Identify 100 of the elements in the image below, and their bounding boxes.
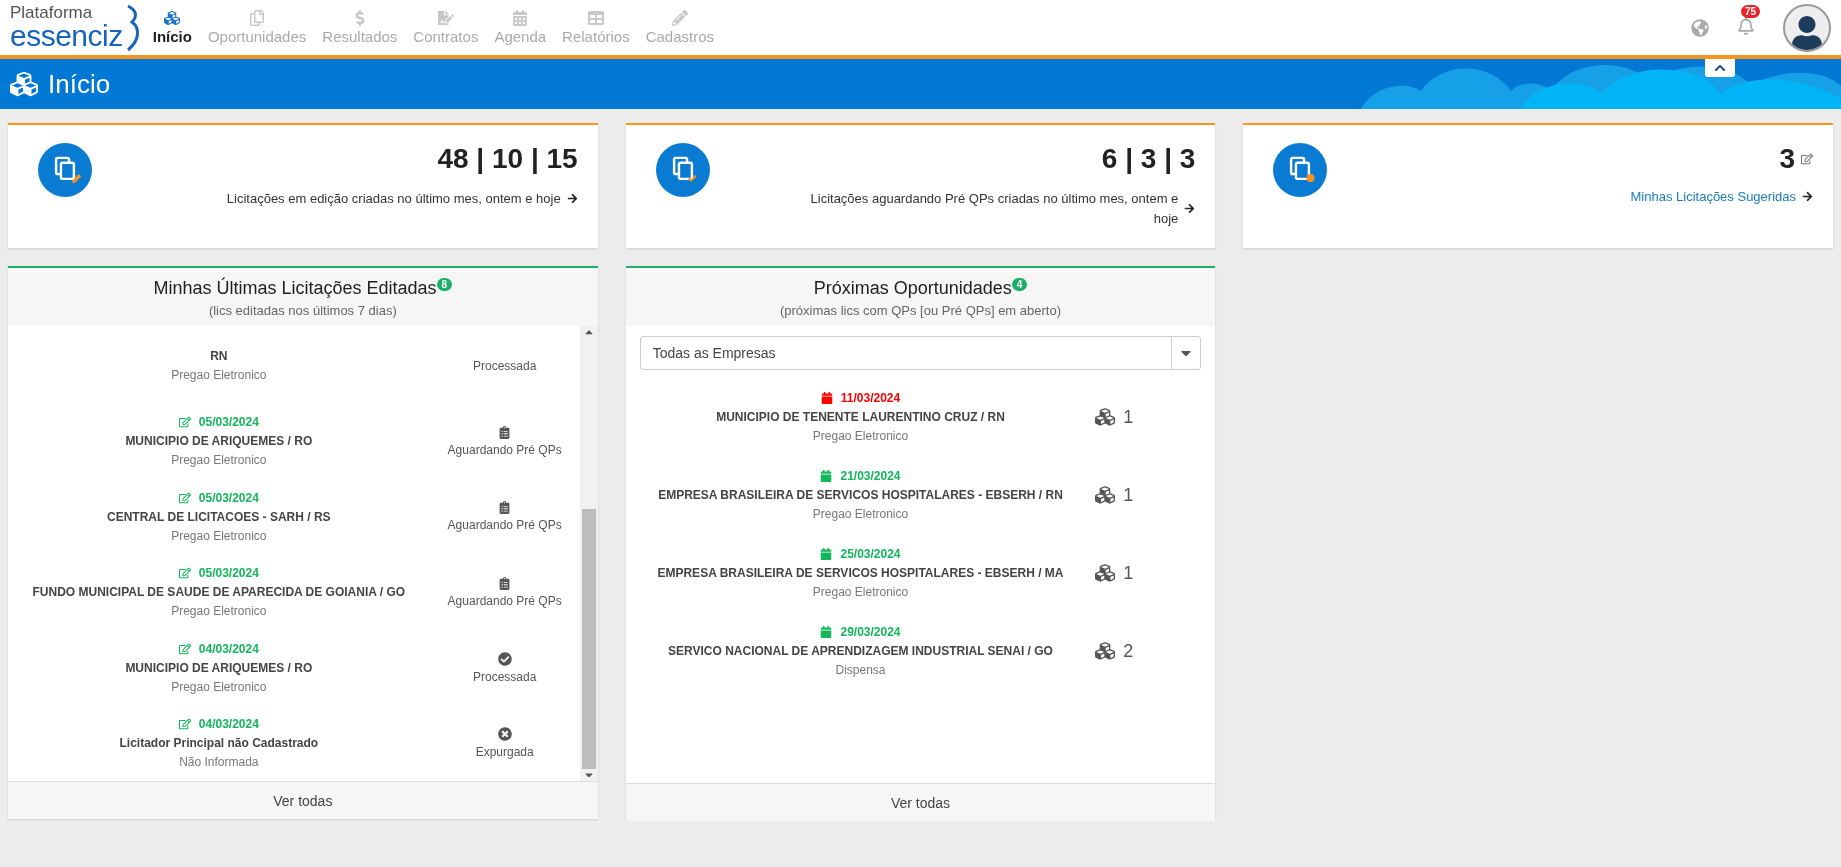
count-badge: 4 xyxy=(1011,278,1028,291)
item-date: 04/03/2024 xyxy=(198,641,259,656)
arrow-right-icon[interactable] xyxy=(1802,191,1813,202)
item-modality: Pregao Eletronico xyxy=(171,679,267,694)
edit-icon xyxy=(178,642,191,655)
list-item[interactable]: RN Pregao Eletronico Processada xyxy=(8,328,580,404)
item-modality: Não Informada xyxy=(179,755,259,770)
copy-icon xyxy=(249,10,266,26)
suggested-link[interactable]: Minhas Licitações Sugeridas xyxy=(1630,189,1796,204)
item-org: EMPRESA BRASILEIRA DE SERVICOS HOSPITALARES - EBSERH / MA xyxy=(657,566,1064,580)
chevron-up-icon xyxy=(1714,62,1726,74)
item-modality: Dispensa xyxy=(835,663,886,677)
stat-value: 6 | 3 | 3 xyxy=(1101,143,1196,175)
item-modality: Pregao Eletronico xyxy=(171,453,267,468)
cubes-icon xyxy=(1095,407,1116,427)
document-icon xyxy=(38,143,92,197)
item-quantity: 2 xyxy=(1123,640,1134,662)
item-org: MUNICIPIO DE TENENTE LAURENTINO CRUZ / RN xyxy=(716,410,1005,424)
list-item[interactable]: 04/03/2024 MUNICIPIO DE ARIQUEMES / RO Pregao Eletronico Processada xyxy=(8,630,580,706)
item-modality: Pregao Eletronico xyxy=(812,585,909,599)
item-status: Aguardando Pré QPs xyxy=(447,442,562,457)
view-all-button[interactable]: Ver todas xyxy=(625,783,1216,821)
item-org: SERVICO NACIONAL DE APRENDIZAGEM INDUSTRIAL SENAI / GO xyxy=(668,644,1053,658)
count-badge: 8 xyxy=(436,278,453,291)
item-org: Licitador Principal não Cadastrado xyxy=(119,736,319,751)
page-title: Início xyxy=(48,68,111,100)
item-modality: Pregao Eletronico xyxy=(171,528,267,543)
item-quantity: 1 xyxy=(1123,562,1134,584)
list-item[interactable]: 29/03/2024 SERVICO NACIONAL DE APRENDIZAGEM INDUSTRIAL SENAI / GO Dispensa 2 xyxy=(625,612,1216,690)
logo-text: Plataforma xyxy=(10,4,94,21)
list-item[interactable]: 21/03/2024 EMPRESA BRASILEIRA DE SERVICOS HOSPITALARES - EBSERH / RN Pregao Eletronico 1 xyxy=(625,456,1216,534)
cubes-icon xyxy=(10,70,38,98)
table-icon xyxy=(587,10,604,26)
clipboard-icon xyxy=(498,501,512,515)
bell-icon[interactable] xyxy=(1737,16,1755,35)
nav-tab[interactable]: Início xyxy=(152,10,192,45)
panel-subtitle: (próximas lics com QPs [ou Pré QPs] em aberto) xyxy=(779,303,1061,318)
stat-description: Licitações aguardando Pré QPs criadas no último mes, ontem e hoje xyxy=(809,190,1179,228)
item-status: Aguardando Pré QPs xyxy=(447,518,562,533)
list-item[interactable]: 05/03/2024 CENTRAL DE LICITACOES - SARH / RS Pregao Eletronico Aguardando Pré QPs xyxy=(8,479,580,555)
item-date: 04/03/2024 xyxy=(198,717,259,732)
list-item[interactable]: 25/03/2024 EMPRESA BRASILEIRA DE SERVICOS HOSPITALARES - EBSERH / MA Pregao Eletronico 1 xyxy=(625,534,1216,612)
item-date: 29/03/2024 xyxy=(840,625,901,639)
edit-icon[interactable] xyxy=(1801,153,1813,165)
item-org: RN xyxy=(210,349,228,364)
edit-icon xyxy=(178,718,191,731)
stat-value: 3 xyxy=(1779,143,1795,175)
arrow-right-icon[interactable] xyxy=(566,193,578,205)
pencil-icon xyxy=(671,10,688,26)
stat-description: Licitações em edição criadas no último mes, ontem e hoje xyxy=(226,190,561,208)
stat-value: 48 | 10 | 15 xyxy=(437,143,578,175)
edit-icon xyxy=(178,491,191,504)
company-select[interactable]: Todas as Empresas xyxy=(639,336,1202,370)
item-date: 05/03/2024 xyxy=(198,415,259,430)
scrollbar[interactable] xyxy=(579,326,598,781)
item-org: CENTRAL DE LICITACOES - SARH / RS xyxy=(107,509,331,524)
clipboard-icon xyxy=(498,425,512,439)
item-org: FUNDO MUNICIPAL DE SAUDE DE APARECIDA DE GOIANIA / GO xyxy=(32,585,406,600)
list-item[interactable]: 11/03/2024 MUNICIPIO DE TENENTE LAURENTINO CRUZ / RN Pregao Eletronico 1 xyxy=(625,378,1216,456)
item-modality: Pregao Eletronico xyxy=(812,507,909,521)
item-quantity: 1 xyxy=(1123,406,1134,428)
logo-text: essenciz xyxy=(10,21,123,51)
view-all-button[interactable]: Ver todas xyxy=(8,781,598,819)
item-org: MUNICIPIO DE ARIQUEMES / RO xyxy=(125,434,313,449)
avatar[interactable] xyxy=(1783,3,1831,52)
document-icon xyxy=(1273,143,1328,197)
item-status: Processada xyxy=(472,669,537,684)
cubes-icon xyxy=(1095,485,1116,505)
item-modality: Pregao Eletronico xyxy=(171,368,267,383)
edit-icon xyxy=(178,416,191,429)
item-status: Aguardando Pré QPs xyxy=(447,593,562,608)
item-status: Expurgada xyxy=(475,745,534,760)
arrow-right-icon[interactable] xyxy=(1184,203,1196,214)
list-item[interactable]: 05/03/2024 MUNICIPIO DE ARIQUEMES / RO Pregao Eletronico Aguardando Pré QPs xyxy=(8,403,580,479)
panel-title: Próximas Oportunidades xyxy=(813,278,1012,299)
list-item[interactable]: 04/03/2024 Licitador Principal não Cadastrado Não Informada Expurgada xyxy=(8,705,580,781)
item-org: MUNICIPIO DE ARIQUEMES / RO xyxy=(125,660,313,675)
item-org: EMPRESA BRASILEIRA DE SERVICOS HOSPITALARES - EBSERH / RN xyxy=(658,488,1063,502)
clipboard-icon xyxy=(498,576,512,590)
cubes-icon xyxy=(1095,641,1116,661)
calendar-icon xyxy=(512,10,529,26)
item-modality: Pregao Eletronico xyxy=(812,429,909,443)
document-pen-icon xyxy=(437,10,454,26)
notification-badge: 75 xyxy=(1741,4,1761,18)
item-status: Processada xyxy=(472,358,537,373)
item-date: 05/03/2024 xyxy=(198,490,259,505)
collapse-button[interactable] xyxy=(1705,59,1735,77)
check-icon xyxy=(497,651,512,666)
cubes-icon xyxy=(164,10,181,26)
panel-title: Minhas Últimas Licitações Editadas xyxy=(153,278,437,299)
item-date: 21/03/2024 xyxy=(840,469,901,483)
panel-subtitle: (lics editadas nos últimos 7 dias) xyxy=(208,303,397,318)
item-modality: Pregao Eletronico xyxy=(171,604,267,619)
edit-icon xyxy=(178,567,191,580)
logo-curve-icon xyxy=(124,3,141,52)
cubes-icon xyxy=(1095,563,1116,583)
item-date: 11/03/2024 xyxy=(840,391,901,405)
item-date: 05/03/2024 xyxy=(198,566,259,581)
list-item[interactable]: 05/03/2024 FUNDO MUNICIPAL DE SAUDE DE APARECIDA DE GOIANIA / GO Pregao Eletronico Aguardando Pré QPs xyxy=(8,554,580,630)
item-quantity: 1 xyxy=(1123,484,1134,506)
